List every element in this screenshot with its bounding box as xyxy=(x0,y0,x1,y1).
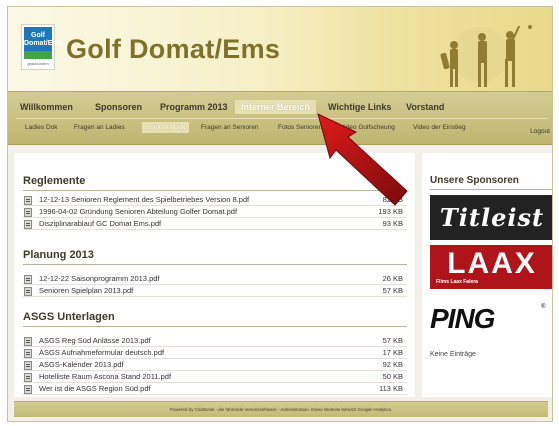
file-name-link[interactable]: Disziplinarablauf GC Domat Ems.pdf xyxy=(39,219,161,228)
file-name-link[interactable]: ASGS-Kalender 2013.pdf xyxy=(39,360,124,369)
no-entries-text: Keine Einträge xyxy=(430,351,476,358)
pdf-file-icon xyxy=(24,385,32,394)
file-size: 26 KB xyxy=(382,274,403,283)
file-row[interactable]: ASGS Aufnahmeformular deutsch.pdf 17 KB xyxy=(23,348,407,359)
footer: Powered by ClubDesk - die führende Verei… xyxy=(8,397,552,421)
logout-link[interactable]: Logout xyxy=(530,128,550,135)
nav-item-wichtige-links[interactable]: Wichtige Links xyxy=(328,102,391,112)
section-divider xyxy=(23,264,407,265)
file-row[interactable]: Wer ist die ASGS Region Süd.pdf 113 KB xyxy=(23,384,407,395)
content-area: Reglemente 12-12-13 Senioren Reglement d… xyxy=(8,145,552,397)
laax-subtitle: Flims Laax Falera xyxy=(436,279,478,285)
file-row[interactable]: Hotelliste Raum Ascona Stand 2011.pdf 50… xyxy=(23,372,407,383)
subnav-item-fragen-an-senioren[interactable]: Fragen an Senioren xyxy=(201,124,258,131)
footer-text: Powered by ClubDesk - die führende Verei… xyxy=(169,407,393,412)
subnav-item-senioren-dok[interactable]: Senioren Dok xyxy=(142,122,190,133)
section-title-reglemente: Reglemente xyxy=(23,175,86,187)
sponsor-logo-titleist[interactable]: Titleist xyxy=(430,195,552,240)
footer-bar: Powered by ClubDesk - die führende Verei… xyxy=(14,401,548,417)
pdf-file-icon xyxy=(24,287,32,296)
file-size: 50 KB xyxy=(382,372,403,381)
sponsor-logo-ping[interactable]: PING xyxy=(430,303,495,335)
documents-panel: Reglemente 12-12-13 Senioren Reglement d… xyxy=(14,153,415,397)
file-name-link[interactable]: ASGS Reg Süd Anlässe 2013.pdf xyxy=(39,336,151,345)
pdf-file-icon xyxy=(24,361,32,370)
club-logo[interactable]: Golf Domat/Ems graubünden xyxy=(21,24,63,70)
subnav-item-video-golfscheung[interactable]: Video Golfscheung xyxy=(340,124,395,131)
file-name-link[interactable]: Senioren Spielplan 2013.pdf xyxy=(39,286,133,295)
pdf-file-icon xyxy=(24,337,32,346)
file-name-link[interactable]: Hotelliste Raum Ascona Stand 2011.pdf xyxy=(39,372,171,381)
pdf-file-icon xyxy=(24,220,32,229)
section-divider xyxy=(23,190,407,191)
file-row[interactable]: ASGS Reg Süd Anlässe 2013.pdf 57 KB xyxy=(23,336,407,347)
nav-item-vorstand[interactable]: Vorstand xyxy=(406,102,444,112)
pdf-file-icon xyxy=(24,208,32,217)
main-navigation: Willkommen Sponsoren Programm 2013 Inter… xyxy=(8,91,552,145)
file-row[interactable]: ASGS-Kalender 2013.pdf 92 KB xyxy=(23,360,407,371)
site-header: Golf Domat/Ems graubünden Golf Domat/Ems xyxy=(8,7,552,91)
pdf-file-icon xyxy=(24,373,32,382)
nav-divider xyxy=(16,118,548,119)
file-size: 57 KB xyxy=(382,336,403,345)
file-size: 193 KB xyxy=(378,207,403,216)
nav-item-programm-2013[interactable]: Programm 2013 xyxy=(160,102,228,112)
logo-green-stripe xyxy=(24,51,52,59)
file-row[interactable]: Disziplinarablauf GC Domat Ems.pdf 93 KB xyxy=(23,219,407,230)
file-name-link[interactable]: Wer ist die ASGS Region Süd.pdf xyxy=(39,384,151,393)
subnav-item-fotos-senioren[interactable]: Fotos Senioren xyxy=(278,124,322,131)
nav-item-willkommen[interactable]: Willkommen xyxy=(20,102,73,112)
nav-item-sponsoren[interactable]: Sponsoren xyxy=(95,102,142,112)
file-size: 92 KB xyxy=(382,360,403,369)
club-logo-text: Golf Domat/Ems xyxy=(24,27,63,53)
pdf-file-icon xyxy=(24,196,32,205)
file-size: 82 KB xyxy=(382,195,403,204)
sponsors-title: Unsere Sponsoren xyxy=(430,175,519,186)
sponsor-logo-laax[interactable]: LAAX Flims Laax Falera xyxy=(430,245,552,289)
site-title: Golf Domat/Ems xyxy=(66,34,281,64)
file-name-link[interactable]: 12-12-13 Senioren Reglement des Spielbet… xyxy=(39,195,249,204)
subnav-item-fragen-an-ladies[interactable]: Fragen an Ladies xyxy=(74,124,125,131)
laax-wordmark: LAAX xyxy=(447,247,537,280)
file-name-link[interactable]: 12-12-22 Saisonprogramm 2013.pdf xyxy=(39,274,160,283)
sponsors-divider xyxy=(430,189,552,190)
file-row[interactable]: 1996-04-02 Gründung Senioren Abteilung G… xyxy=(23,207,407,218)
subnav-item-video-der-einstieg[interactable]: Video der Einstieg xyxy=(413,124,466,131)
section-divider xyxy=(23,326,407,327)
section-title-asgs-unterlagen: ASGS Unterlagen xyxy=(23,311,115,323)
file-size: 93 KB xyxy=(382,219,403,228)
browser-page: Golf Domat/Ems graubünden Golf Domat/Ems… xyxy=(7,6,553,422)
pdf-file-icon xyxy=(24,275,32,284)
club-logo-subtext: graubünden xyxy=(27,61,49,66)
file-size: 113 KB xyxy=(378,384,403,393)
pdf-file-icon xyxy=(24,349,32,358)
file-size: 57 KB xyxy=(382,286,403,295)
ping-registered-mark: ® xyxy=(541,304,546,310)
sponsors-sidebar: Unsere Sponsoren Titleist LAAX Flims Laa… xyxy=(422,153,552,397)
file-row[interactable]: Senioren Spielplan 2013.pdf 57 KB xyxy=(23,286,407,297)
nav-item-interner-bereich[interactable]: Interner Bereich xyxy=(235,100,317,114)
file-name-link[interactable]: 1996-04-02 Gründung Senioren Abteilung G… xyxy=(39,207,237,216)
file-row[interactable]: 12-12-13 Senioren Reglement des Spielbet… xyxy=(23,195,407,206)
file-row[interactable]: 12-12-22 Saisonprogramm 2013.pdf 26 KB xyxy=(23,274,407,285)
section-title-planung-2013: Planung 2013 xyxy=(23,249,94,261)
golfer-silhouettes-icon xyxy=(440,25,532,87)
file-name-link[interactable]: ASGS Aufnahmeformular deutsch.pdf xyxy=(39,348,164,357)
file-size: 17 KB xyxy=(382,348,403,357)
subnav-item-ladies-dok[interactable]: Ladies Dok xyxy=(25,124,58,131)
